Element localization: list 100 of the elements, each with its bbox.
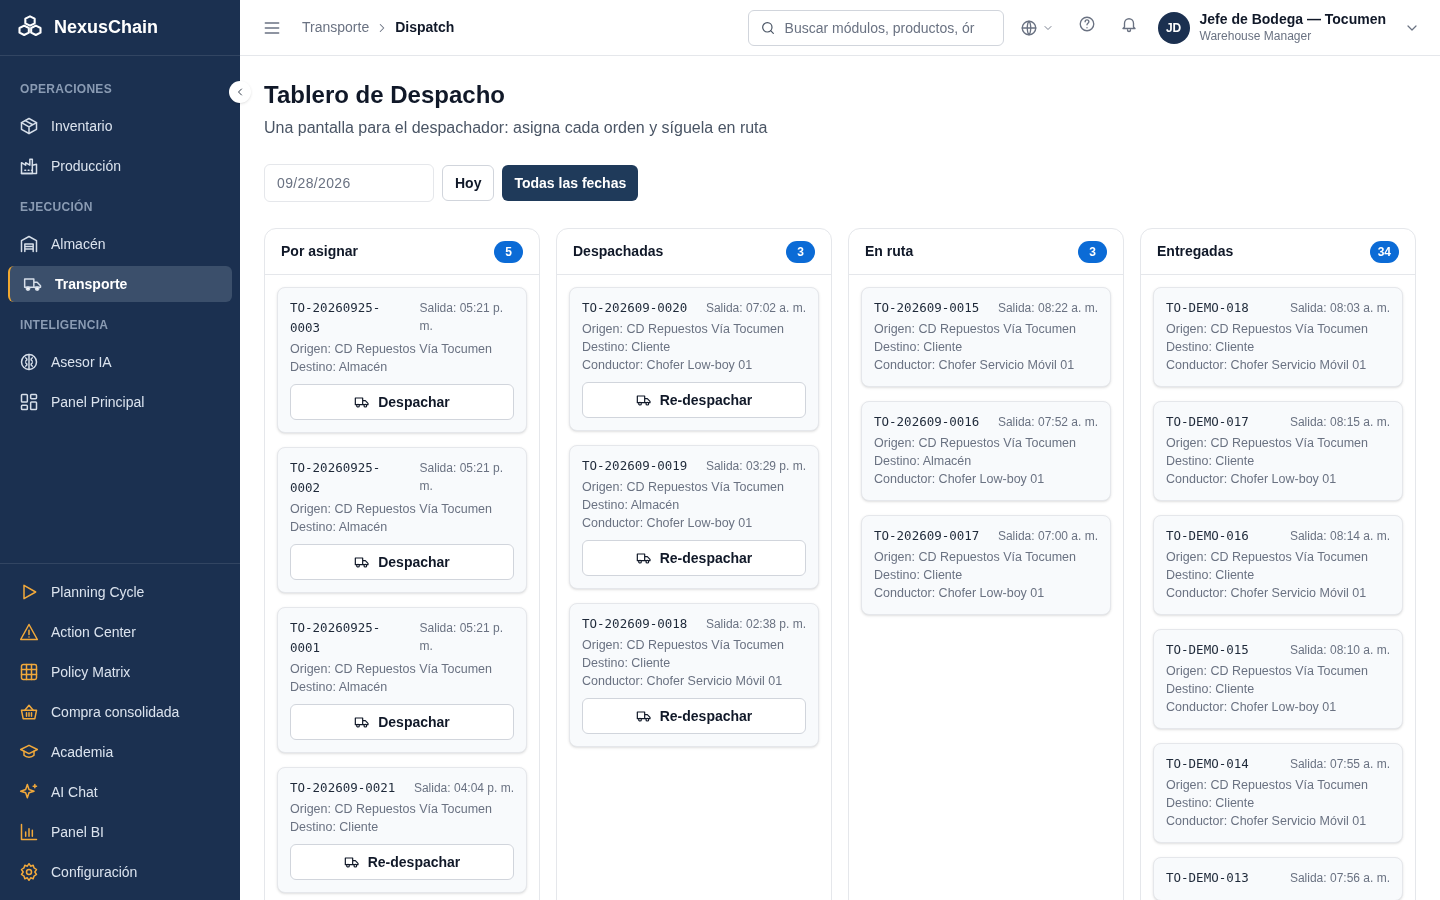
departure-time: Salida: 07:52 a. m.: [997, 414, 1098, 431]
order-detail: Conductor: Chofer Low-boy 01: [1166, 699, 1338, 716]
truck-icon: [354, 554, 371, 570]
order-detail: Origen: CD Repuestos Vía Tocumen: [290, 341, 493, 358]
order-detail: Conductor: Chofer Servicio Móvil 01: [1166, 813, 1368, 830]
truck-icon: [635, 550, 652, 566]
order-id: TO-DEMO-014: [1166, 755, 1249, 773]
truck-icon: [354, 394, 371, 410]
departure-time: Salida: 08:03 a. m.: [1289, 300, 1390, 317]
order-detail: Destino: Almacén: [290, 519, 389, 536]
sidebar-item[interactable]: Asesor IA: [8, 344, 232, 380]
user-avatar[interactable]: JD: [1157, 11, 1190, 44]
bell-icon: [1119, 15, 1138, 33]
warehouse-icon: [19, 234, 39, 254]
box-icon: [19, 116, 39, 136]
order-detail: Destino: Cliente: [1166, 681, 1256, 698]
dispatch-button[interactable]: Despachar: [290, 704, 514, 740]
column-title: Despachadas: [573, 242, 664, 261]
sidebar-item[interactable]: Action Center: [8, 614, 232, 650]
user-name: Jefe de Bodega — Tocumen: [1199, 11, 1386, 29]
order-detail: Destino: Cliente: [874, 567, 964, 584]
dispatch-button[interactable]: Re-despachar: [582, 540, 806, 576]
order-detail: Conductor: Chofer Low-boy 01: [582, 515, 754, 532]
sidebar-item[interactable]: Configuración: [8, 854, 232, 890]
order-detail: Conductor: Chofer Low-boy 01: [874, 585, 1046, 602]
order-detail: Destino: Cliente: [1166, 567, 1256, 584]
dispatch-button[interactable]: Re-despachar: [582, 698, 806, 734]
truck-icon: [354, 714, 371, 730]
section-title: OPERACIONES: [19, 81, 113, 98]
order-id: TO-202609-0020: [582, 299, 688, 317]
order-id: TO-202609-0015: [874, 299, 980, 317]
settings-icon: [19, 862, 39, 882]
table-icon: [19, 662, 39, 682]
order-detail: Conductor: Chofer Servicio Móvil 01: [582, 673, 784, 690]
order-detail: Origen: CD Repuestos Vía Tocumen: [582, 479, 785, 496]
dispatch-button[interactable]: Re-despachar: [582, 382, 806, 418]
column-title: Entregadas: [1157, 242, 1234, 261]
sidebar-item[interactable]: Policy Matrix: [8, 654, 232, 690]
globe-icon: [1019, 18, 1038, 37]
page-subtitle: Una pantalla para el despachador: asigna cada orden y síguela en ruta: [264, 118, 769, 138]
dispatch-button[interactable]: Re-despachar: [290, 844, 514, 880]
warning-icon: [19, 622, 39, 642]
date-field[interactable]: 09/28/2026: [264, 164, 434, 202]
order-detail: Origen: CD Repuestos Vía Tocumen: [1166, 549, 1369, 566]
departure-time: Salida: 03:29 p. m.: [705, 458, 806, 475]
order-detail: Origen: CD Repuestos Vía Tocumen: [1166, 321, 1369, 338]
filter-button[interactable]: Todas las fechas: [502, 165, 639, 201]
order-detail: Destino: Almacén: [874, 453, 973, 470]
sidebar-item[interactable]: Panel BI: [8, 814, 232, 850]
sidebar-item[interactable]: Almacén: [8, 226, 232, 262]
order-detail: Destino: Cliente: [290, 819, 380, 836]
filter-button[interactable]: Hoy: [442, 165, 495, 201]
sidebar-item[interactable]: Inventario: [8, 108, 232, 144]
order-detail: Origen: CD Repuestos Vía Tocumen: [1166, 663, 1369, 680]
order-detail: Conductor: Chofer Low-boy 01: [582, 357, 754, 374]
sidebar-item[interactable]: Academia: [8, 734, 232, 770]
search-field[interactable]: Buscar módulos, productos, ór: [747, 9, 1004, 46]
departure-time: Salida: 08:22 a. m.: [997, 300, 1098, 317]
order-detail: Destino: Almacén: [290, 359, 389, 376]
departure-time: Salida: 07:55 a. m.: [1289, 756, 1390, 773]
section-title: INTELIGENCIA: [19, 317, 110, 334]
departure-time: Salida: 07:56 a. m.: [1289, 870, 1390, 887]
departure-time: Salida: 08:10 a. m.: [1289, 642, 1390, 659]
count-badge: 5: [494, 240, 523, 263]
order-id: TO-20260925-0003: [290, 299, 382, 337]
order-id: TO-202609-0017: [874, 527, 980, 545]
order-detail: Origen: CD Repuestos Vía Tocumen: [290, 661, 493, 678]
brand-name: NexusChain: [54, 16, 159, 39]
order-id: TO-DEMO-017: [1166, 413, 1249, 431]
language-button[interactable]: [1019, 18, 1054, 37]
departure-time: Salida: 08:15 a. m.: [1289, 414, 1390, 431]
sidebar-item[interactable]: AI Chat: [8, 774, 232, 810]
count-badge: 3: [786, 240, 815, 263]
departure-time: Salida: 07:02 a. m.: [705, 300, 806, 317]
count-badge: 3: [1078, 240, 1107, 263]
sidebar-item[interactable]: Transporte: [8, 266, 232, 302]
order-id: TO-202609-0018: [582, 615, 688, 633]
bar-chart-icon: [19, 822, 39, 842]
order-detail: Origen: CD Repuestos Vía Tocumen: [874, 321, 1077, 338]
order-detail: Destino: Almacén: [582, 497, 681, 514]
collapse-button[interactable]: [229, 81, 251, 103]
sidebar-item[interactable]: Producción: [8, 148, 232, 184]
breadcrumb-link[interactable]: Transporte: [302, 17, 370, 38]
sidebar-item[interactable]: Compra consolidada: [8, 694, 232, 730]
order-detail: Origen: CD Repuestos Vía Tocumen: [874, 549, 1077, 566]
dispatch-button[interactable]: Despachar: [290, 384, 514, 420]
sidebar-item[interactable]: Panel Principal: [8, 384, 232, 420]
order-detail: Origen: CD Repuestos Vía Tocumen: [290, 801, 493, 818]
column-title: En ruta: [865, 242, 914, 261]
order-id: TO-202609-0019: [582, 457, 688, 475]
order-id: TO-DEMO-018: [1166, 299, 1249, 317]
departure-time: Salida: 02:38 p. m.: [705, 616, 806, 633]
sidebar-item[interactable]: Planning Cycle: [8, 574, 232, 610]
order-id: TO-20260925-0002: [290, 459, 382, 497]
help-icon: [1077, 15, 1096, 33]
breadcrumb-current: Dispatch: [395, 18, 455, 37]
departure-time: Salida: 05:21 p. m.: [419, 460, 504, 495]
truck-icon: [635, 392, 652, 408]
dispatch-button[interactable]: Despachar: [290, 544, 514, 580]
order-detail: Destino: Almacén: [290, 679, 389, 696]
